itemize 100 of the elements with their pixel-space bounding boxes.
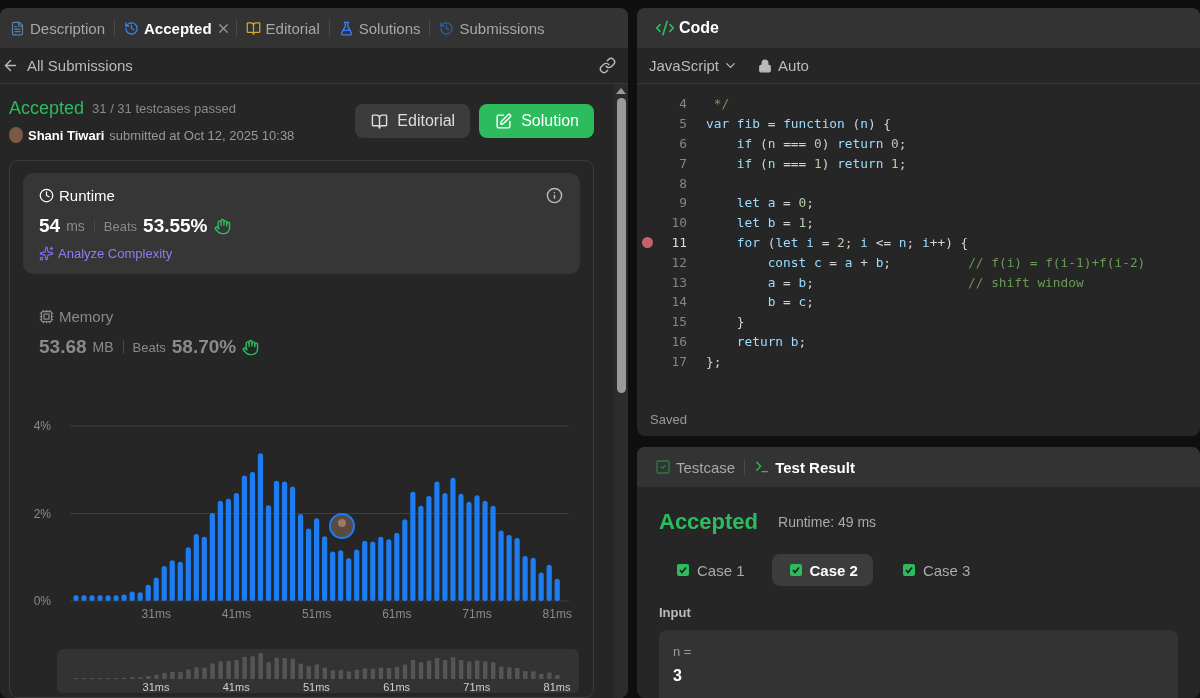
line-number: 5 xyxy=(678,116,687,132)
panel-tab[interactable]: Description xyxy=(6,19,110,37)
metric-title: Runtime xyxy=(59,187,115,204)
chart-bar xyxy=(153,577,159,601)
line-number: 12 xyxy=(670,254,687,270)
chart-bar xyxy=(81,595,87,601)
panel-tab[interactable]: Editorial xyxy=(241,19,324,37)
chart-bar xyxy=(386,539,392,601)
y-axis-label: 2% xyxy=(33,506,51,521)
result-status: Accepted xyxy=(659,509,759,535)
chart-bar xyxy=(185,547,191,601)
check-icon xyxy=(789,564,802,576)
breakpoint-dot[interactable] xyxy=(642,236,653,248)
input-value: 3 xyxy=(673,667,683,685)
user-name[interactable]: Shani Tiwari xyxy=(28,127,105,143)
chart-bar xyxy=(362,540,368,601)
beats-value: 53.55% xyxy=(143,215,208,237)
testcases-text: 31 / 31 testcases passed xyxy=(92,101,236,116)
navigator-label: 61ms xyxy=(383,681,411,693)
line-number: 8 xyxy=(678,175,687,191)
input-label: Input xyxy=(659,605,692,620)
panel-tab[interactable]: Submissions xyxy=(435,19,549,37)
check-icon xyxy=(902,564,915,576)
hand-icon xyxy=(213,217,231,235)
chart-bar xyxy=(169,560,175,601)
chart-bar xyxy=(514,538,520,601)
chart-bar xyxy=(506,534,512,601)
line-number: 9 xyxy=(678,195,687,211)
chart-bar xyxy=(370,541,376,601)
chart-bar xyxy=(354,549,360,601)
code-line: let b = 1; xyxy=(735,215,814,231)
chart-bar xyxy=(378,536,384,601)
beats-label: Beats xyxy=(132,339,166,355)
x-axis-label: 71ms xyxy=(462,607,492,621)
line-number: 7 xyxy=(678,155,687,171)
checkbox-icon xyxy=(655,459,671,475)
lock-icon xyxy=(758,58,773,73)
chart-bar xyxy=(137,592,143,601)
panel-tab[interactable]: Solutions xyxy=(334,19,425,37)
x-axis-label: 81ms xyxy=(542,607,572,621)
chart-bar xyxy=(201,536,207,601)
code-line: } xyxy=(735,314,745,330)
back-arrow-icon xyxy=(2,57,19,74)
chart-bar xyxy=(129,591,135,601)
metric-card[interactable]: Memory 53.68 MB Beats 58.70% xyxy=(23,294,580,371)
link-icon[interactable] xyxy=(599,57,616,74)
language-dropdown[interactable]: JavaScript xyxy=(649,57,739,74)
sparkle-icon xyxy=(39,246,54,261)
metric-card[interactable]: Runtime 54 ms Beats 53.55% Analyze Complexity xyxy=(23,173,580,274)
case-tab[interactable]: Case 3 xyxy=(884,554,986,586)
clock-icon xyxy=(39,188,54,203)
metric-unit: MB xyxy=(92,339,114,355)
check-icon xyxy=(677,564,689,576)
chart-bar xyxy=(554,578,560,601)
info-icon[interactable] xyxy=(546,187,563,204)
navigator-label: 41ms xyxy=(222,681,250,693)
panel-tab[interactable]: Accepted xyxy=(120,19,216,37)
editorial-button[interactable]: Editorial xyxy=(355,104,471,138)
analyze-link[interactable]: Analyze Complexity xyxy=(39,246,564,261)
chart-bar xyxy=(330,551,336,601)
x-axis-label: 41ms xyxy=(221,607,252,621)
line-number: 11 xyxy=(670,234,687,250)
book-icon xyxy=(245,20,261,36)
scroll-up-icon[interactable] xyxy=(616,88,626,94)
panel-tab[interactable]: Testcase xyxy=(651,458,740,476)
metric-unit: ms xyxy=(66,218,85,234)
flask-icon xyxy=(338,20,354,36)
chart-bar xyxy=(546,564,552,601)
chart-navigator[interactable]: 31ms 41ms 51ms 61ms 71ms 81ms xyxy=(57,649,579,693)
case-tab[interactable]: Case 1 xyxy=(659,554,760,586)
chip-icon xyxy=(39,309,54,324)
chart-bar xyxy=(177,561,183,601)
x-axis-label: 61ms xyxy=(382,607,412,621)
code-line: a = b; // shift window xyxy=(766,274,1084,290)
navigator-label: 81ms xyxy=(543,681,571,693)
scrollbar[interactable] xyxy=(614,84,628,698)
document-icon xyxy=(10,20,25,36)
panel-tab[interactable]: Test Result xyxy=(750,458,859,476)
terminal-icon xyxy=(754,459,771,475)
back-link[interactable]: All Submissions xyxy=(2,57,133,74)
case-tab[interactable]: Case 2 xyxy=(771,554,873,586)
y-axis-label: 4% xyxy=(33,419,51,433)
mode-label[interactable]: Auto xyxy=(758,57,809,74)
metric-title: Memory xyxy=(59,308,114,325)
chart-bar xyxy=(89,595,95,601)
code-line: return b; xyxy=(735,333,807,349)
x-axis-label: 31ms xyxy=(141,607,171,621)
code-line: b = c; xyxy=(766,294,814,310)
metric-value: 53.68 xyxy=(39,336,87,358)
navigator-label: 51ms xyxy=(302,681,330,693)
y-axis-label: 0% xyxy=(33,594,51,608)
beats-value: 58.70% xyxy=(171,336,237,358)
avatar-marker xyxy=(329,513,355,539)
hand-icon xyxy=(242,338,260,356)
line-number: 6 xyxy=(678,136,687,151)
chart-bar xyxy=(193,534,199,601)
line-number: 17 xyxy=(670,353,687,369)
code-line: if (n === 0) return 0; xyxy=(735,136,907,151)
line-number: 4 xyxy=(678,96,687,112)
code-icon xyxy=(655,18,675,38)
